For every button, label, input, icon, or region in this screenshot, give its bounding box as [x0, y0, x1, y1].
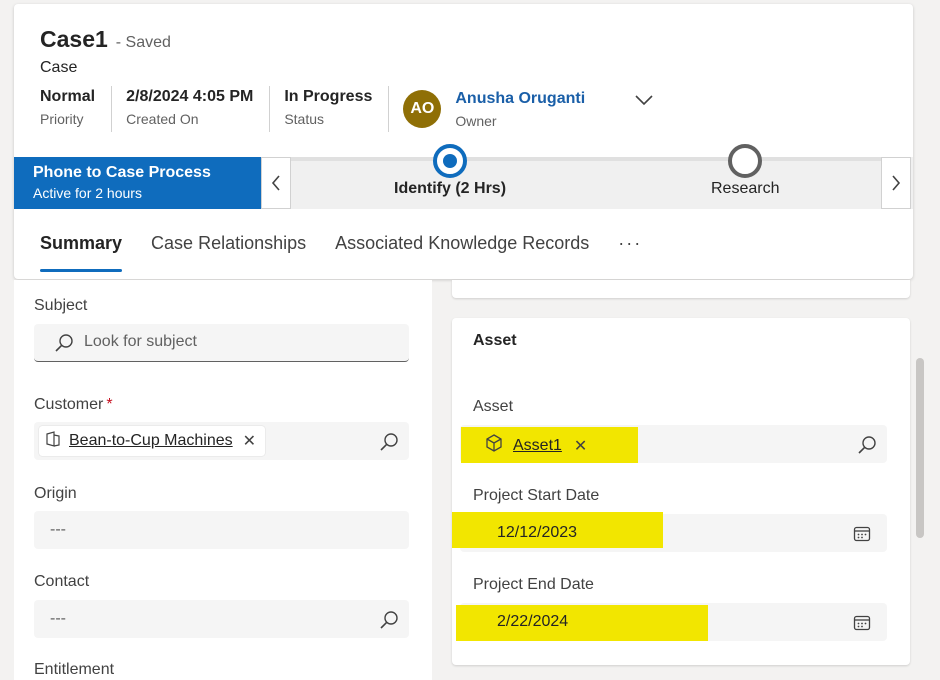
search-icon	[54, 333, 74, 358]
stage-research[interactable]: Research	[711, 144, 779, 198]
header-fields: Normal Priority 2/8/2024 4:05 PM Created…	[40, 86, 615, 132]
previous-stage-button[interactable]	[261, 157, 291, 209]
next-stage-button[interactable]	[881, 157, 911, 209]
project-start-date-label: Project Start Date	[473, 487, 600, 504]
origin-field[interactable]: ---	[34, 511, 409, 549]
priority-field: Normal Priority	[40, 86, 113, 132]
subject-lookup-input[interactable]: Look for subject	[34, 324, 409, 362]
contact-lookup-field[interactable]: ---	[34, 600, 409, 638]
case-header-card: Case1 - Saved Case Normal Priority 2/8/2…	[14, 4, 913, 279]
stage-research-label: Research	[711, 180, 780, 197]
form-tabs: Summary Case Relationships Associated Kn…	[40, 230, 671, 272]
stage-pending-icon	[728, 144, 763, 178]
stage-active-icon	[433, 144, 467, 178]
remove-icon[interactable]: ✕	[243, 431, 256, 451]
calendar-icon[interactable]	[853, 525, 871, 548]
calendar-icon[interactable]	[853, 614, 871, 637]
save-status: - Saved	[115, 34, 171, 51]
asset-link[interactable]: Asset1	[513, 437, 562, 455]
created-on-field: 2/8/2024 4:05 PM Created On	[126, 86, 271, 132]
created-on-label: Created On	[126, 111, 199, 127]
customer-lookup-tag[interactable]: Bean-to-Cup Machines ✕	[39, 426, 266, 456]
asset-lookup-field[interactable]: Asset1 ✕	[460, 425, 887, 463]
more-tabs-button[interactable]: ···	[618, 230, 642, 256]
asset-section-title: Asset	[473, 332, 517, 349]
stage-identify[interactable]: Identify (2 Hrs)	[394, 144, 506, 198]
process-track	[291, 157, 881, 161]
origin-label: Origin	[34, 485, 77, 502]
title-row: Case1 - Saved	[40, 26, 171, 53]
asset-section-card: Asset Asset Asset1 ✕ Project Start Date …	[452, 318, 910, 665]
created-on-value: 2/8/2024 4:05 PM	[126, 88, 254, 105]
record-title: Case1	[40, 26, 108, 52]
process-active-stage[interactable]: Phone to Case Process Active for 2 hours	[14, 157, 261, 209]
process-stage-bar	[261, 157, 913, 209]
vertical-scrollbar[interactable]	[916, 358, 924, 538]
customer-lookup-field[interactable]: Bean-to-Cup Machines ✕	[34, 422, 409, 460]
status-value: In Progress	[284, 88, 373, 105]
project-end-date-label: Project End Date	[473, 576, 594, 593]
asset-field-label: Asset	[473, 398, 514, 415]
status-field: In Progress Status	[284, 86, 390, 132]
status-label: Status	[284, 111, 325, 127]
priority-value: Normal	[40, 88, 96, 105]
subject-label: Subject	[34, 297, 88, 314]
owner-label: Owner	[455, 112, 497, 129]
cube-icon	[484, 433, 504, 458]
previous-section-card	[452, 280, 910, 298]
required-marker: *	[106, 396, 113, 413]
chevron-down-icon[interactable]	[634, 90, 654, 110]
tab-case-relationships[interactable]: Case Relationships	[151, 230, 306, 256]
customer-label-text: Customer	[34, 396, 104, 413]
summary-left-section: Subject Look for subject Customer * Bean-…	[14, 280, 432, 680]
entity-name: Case	[40, 59, 78, 76]
search-icon[interactable]	[379, 432, 399, 457]
project-start-date-field[interactable]: 12/12/2023	[452, 512, 887, 552]
owner-field[interactable]: AO Anusha Oruganti Owner	[403, 86, 601, 132]
entitlement-label: Entitlement	[34, 661, 115, 678]
remove-icon[interactable]: ✕	[574, 436, 587, 456]
highlight-marker	[456, 605, 708, 641]
customer-label: Customer *	[34, 396, 113, 414]
contact-value: ---	[50, 610, 66, 627]
chevron-right-icon	[892, 175, 901, 191]
process-name: Phone to Case Process	[33, 164, 211, 181]
chevron-left-icon	[271, 175, 280, 191]
priority-label: Priority	[40, 111, 84, 127]
account-icon	[45, 430, 61, 452]
project-end-date-value: 2/22/2024	[497, 613, 569, 630]
process-duration: Active for 2 hours	[33, 185, 142, 201]
contact-label: Contact	[34, 573, 90, 590]
subject-placeholder: Look for subject	[84, 333, 197, 350]
tab-associated-knowledge-records[interactable]: Associated Knowledge Records	[335, 230, 589, 256]
asset-lookup-tag[interactable]: Asset1 ✕	[484, 433, 587, 458]
stage-identify-label: Identify (2 Hrs)	[394, 180, 507, 197]
owner-name-link[interactable]: Anusha Oruganti	[455, 88, 585, 110]
search-icon[interactable]	[379, 610, 399, 635]
project-end-date-field[interactable]: 2/22/2024	[456, 603, 887, 641]
owner-avatar: AO	[403, 90, 442, 128]
search-icon[interactable]	[857, 435, 877, 460]
tab-summary[interactable]: Summary	[40, 230, 123, 272]
customer-link[interactable]: Bean-to-Cup Machines	[69, 432, 233, 450]
project-start-date-value: 12/12/2023	[497, 524, 578, 541]
origin-value: ---	[50, 521, 66, 538]
